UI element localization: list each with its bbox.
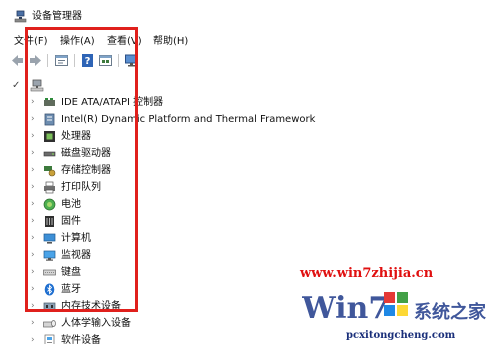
tree-item-label: Intel(R) Dynamic Platform and Thermal Fr… xyxy=(61,114,316,125)
svg-text:系统之家: 系统之家 xyxy=(414,301,487,323)
storage-controller-icon xyxy=(44,166,56,177)
tree-item-label: 电池 xyxy=(61,199,81,210)
tree-item-label: 内存技术设备 xyxy=(61,301,121,312)
svg-text:Win7: Win7 xyxy=(302,291,389,326)
software-device-icon xyxy=(44,334,55,344)
watermark-logo: Win7 系统之家 xyxy=(302,291,487,326)
tree-item-intel-framework[interactable]: › Intel(R) Dynamic Platform and Thermal … xyxy=(0,111,330,128)
computer-icon xyxy=(43,233,56,244)
collapsed-caret-icon[interactable]: › xyxy=(31,213,35,230)
tree-item-label: 人体学输入设备 xyxy=(61,318,131,329)
disk-drive-icon xyxy=(43,151,56,157)
monitor-icon[interactable] xyxy=(124,53,139,68)
battery-icon xyxy=(43,198,56,211)
tree-item-label: 蓝牙 xyxy=(61,284,81,295)
tree-item-label: 处理器 xyxy=(61,131,91,142)
memory-device-icon xyxy=(43,302,56,311)
menu-file[interactable]: 文件(F) xyxy=(14,34,48,50)
tree-item-label: 软件设备 xyxy=(61,335,101,344)
ide-controller-icon xyxy=(44,98,55,106)
tree-item-print-queue[interactable]: › 打印队列 xyxy=(0,179,330,196)
toolbar: ? xyxy=(0,52,496,70)
collapsed-caret-icon[interactable]: › xyxy=(31,298,35,315)
collapsed-caret-icon[interactable]: › xyxy=(31,247,35,264)
tree-item-label: IDE ATA/ATAPI 控制器 xyxy=(61,97,164,108)
computer-root-icon xyxy=(30,79,44,92)
hid-icon xyxy=(43,320,56,328)
bluetooth-icon xyxy=(44,283,55,296)
tree-item-computer[interactable]: › 计算机 xyxy=(0,230,330,247)
collapsed-caret-icon[interactable]: › xyxy=(31,230,35,247)
toolbar-separator xyxy=(118,54,119,67)
tree-item-label: 固件 xyxy=(61,216,81,227)
device-view-icon[interactable] xyxy=(98,53,113,68)
collapsed-caret-icon[interactable]: › xyxy=(31,128,35,145)
collapsed-caret-icon[interactable]: › xyxy=(31,281,35,298)
menu-action[interactable]: 操作(A) xyxy=(60,34,95,50)
svg-text:?: ? xyxy=(85,56,91,67)
device-manager-icon xyxy=(14,10,27,23)
properties-icon[interactable] xyxy=(54,53,69,68)
collapsed-caret-icon[interactable]: › xyxy=(31,179,35,196)
menu-help[interactable]: 帮助(H) xyxy=(153,34,188,50)
toolbar-separator xyxy=(47,54,48,67)
forward-arrow-icon[interactable] xyxy=(28,53,43,68)
window-title: 设备管理器 xyxy=(32,11,82,22)
toolbar-separator xyxy=(74,54,75,67)
title-bar: 设备管理器 xyxy=(0,0,496,30)
printer-icon xyxy=(44,181,55,194)
tree-item-storage-controller[interactable]: › 存储控制器 xyxy=(0,162,330,179)
help-icon[interactable]: ? xyxy=(80,53,95,68)
tree-item-label: 打印队列 xyxy=(61,182,101,193)
tree-item-disk-drive[interactable]: › 磁盘驱动器 xyxy=(0,145,330,162)
expand-caret-icon[interactable]: ✓ xyxy=(12,78,20,94)
collapsed-caret-icon[interactable]: › xyxy=(31,264,35,281)
tree-item-label: 计算机 xyxy=(61,233,91,244)
tree-item-label: 键盘 xyxy=(61,267,81,278)
keyboard-icon xyxy=(43,269,56,276)
collapsed-caret-icon[interactable]: › xyxy=(31,162,35,179)
firmware-icon xyxy=(45,216,54,227)
collapsed-caret-icon[interactable]: › xyxy=(31,332,35,344)
collapsed-caret-icon[interactable]: › xyxy=(31,315,35,332)
watermark-url: www.win7zhijia.cn xyxy=(300,266,434,281)
tree-item-label: 存储控制器 xyxy=(61,165,111,176)
tree-root[interactable]: ✓ xyxy=(0,78,200,94)
tree-item-firmware[interactable]: › 固件 xyxy=(0,213,330,230)
collapsed-caret-icon[interactable]: › xyxy=(31,196,35,213)
processor-icon xyxy=(44,131,55,142)
monitor-icon xyxy=(43,250,56,261)
menu-view[interactable]: 查看(V) xyxy=(107,34,142,50)
tree-item-label: 磁盘驱动器 xyxy=(61,148,111,159)
collapsed-caret-icon[interactable]: › xyxy=(31,94,35,111)
intel-framework-icon xyxy=(44,113,55,126)
collapsed-caret-icon[interactable]: › xyxy=(31,145,35,162)
tree-item-battery[interactable]: › 电池 xyxy=(0,196,330,213)
tree-item-processor[interactable]: › 处理器 xyxy=(0,128,330,145)
tree-item-label: 监视器 xyxy=(61,250,91,261)
watermark: www.win7zhijia.cn Win7 系统之家 pcxitongchen… xyxy=(280,262,496,344)
collapsed-caret-icon[interactable]: › xyxy=(31,111,35,128)
menu-bar: 文件(F) 操作(A) 查看(V) 帮助(H) xyxy=(0,34,496,50)
tree-item-ide-controller[interactable]: › IDE ATA/ATAPI 控制器 xyxy=(0,94,330,111)
watermark-domain: pcxitongcheng.com xyxy=(346,330,456,341)
back-arrow-icon[interactable] xyxy=(10,53,25,68)
